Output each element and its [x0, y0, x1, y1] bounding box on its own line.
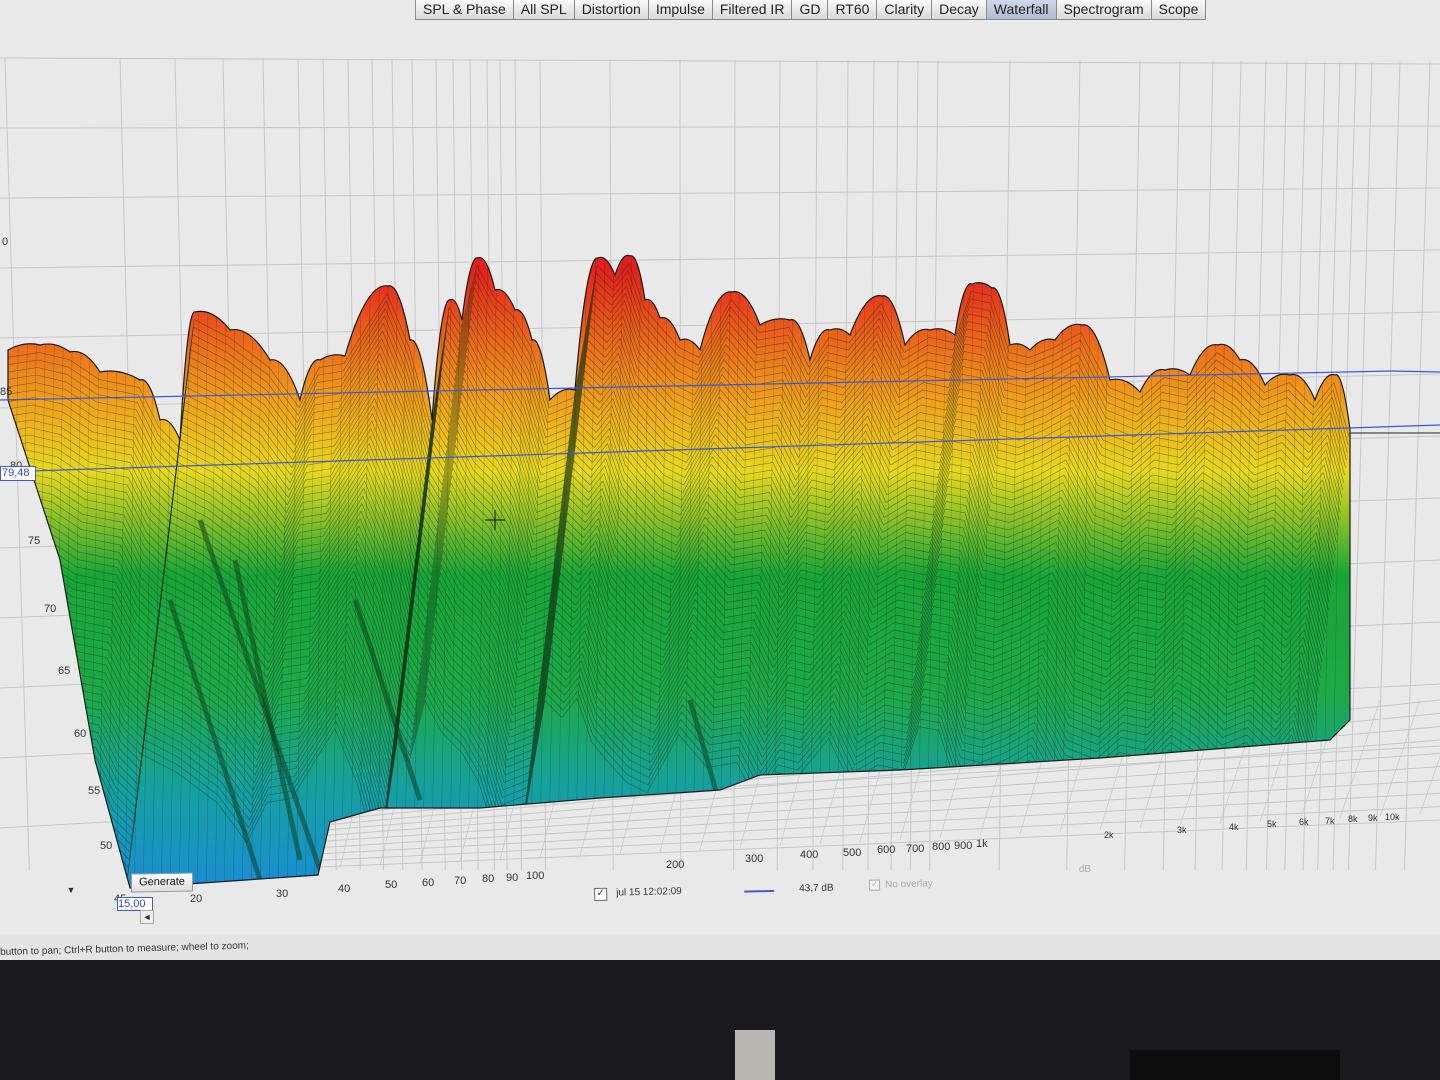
scroll-left-arrow-icon[interactable]: ◄ — [140, 910, 154, 924]
y-tick-label: 75 — [28, 535, 41, 547]
unit-label: dB — [1078, 863, 1092, 875]
graph-tab-bar: SPL & Phase All SPL Distortion Impulse Filte… — [415, 0, 1207, 22]
y-tick-label: 0 — [2, 236, 9, 248]
y-tick-label: 85 — [0, 386, 13, 398]
x-tick-label: 70 — [454, 875, 467, 887]
overlay-label: No overlay — [884, 878, 933, 891]
waterfall-plot[interactable] — [0, 40, 1440, 920]
range-value-field[interactable]: 15,00 — [117, 897, 153, 911]
tab-scope[interactable]: Scope — [1150, 0, 1207, 20]
y-tick-label: 50 — [100, 840, 113, 852]
x-tick-label: 50 — [385, 879, 398, 891]
x-tick-label: 8k — [1348, 814, 1358, 824]
tab-spectrogram[interactable]: Spectrogram — [1055, 0, 1152, 20]
x-tick-label: 900 — [954, 840, 973, 852]
overlay-checkbox[interactable]: ✓ — [868, 879, 881, 891]
y-tick-label: 55 — [88, 785, 101, 797]
x-tick-label: 600 — [877, 844, 896, 856]
x-tick-label: 6k — [1299, 817, 1309, 827]
x-tick-label: 80 — [482, 873, 495, 885]
x-tick-label: 7k — [1325, 816, 1335, 826]
measurement-checkbox[interactable]: ✓ — [594, 887, 608, 901]
x-tick-label: 200 — [666, 859, 685, 871]
tab-spl-phase[interactable]: SPL & Phase — [415, 0, 514, 20]
tab-distortion[interactable]: Distortion — [573, 0, 649, 20]
x-tick-label: 1k — [976, 838, 988, 850]
x-tick-label: 5k — [1267, 819, 1277, 829]
y-tick-label: 65 — [58, 665, 71, 677]
waterfall-surface — [7, 254, 1351, 889]
x-tick-label: 30 — [276, 888, 289, 900]
tab-waterfall[interactable]: Waterfall — [985, 0, 1057, 20]
tab-filtered-ir[interactable]: Filtered IR — [711, 0, 793, 20]
tab-decay[interactable]: Decay — [931, 0, 987, 20]
x-tick-label: 300 — [745, 853, 764, 865]
x-tick-label: 400 — [800, 849, 819, 861]
x-tick-label: 60 — [422, 877, 435, 889]
measurement-level: 43,7 dB — [799, 882, 834, 895]
status-bar: button to pan; Ctrl+R button to measure;… — [0, 935, 1440, 960]
y-tick-label: 60 — [74, 728, 87, 740]
x-tick-label: 800 — [932, 841, 951, 853]
status-hint-text: button to pan; Ctrl+R button to measure;… — [0, 940, 249, 958]
tab-clarity[interactable]: Clarity — [876, 0, 933, 20]
measurement-line-swatch — [744, 889, 775, 893]
x-tick-label: 500 — [843, 847, 862, 859]
tab-gd[interactable]: GD — [791, 0, 829, 20]
tab-all-spl[interactable]: All SPL — [512, 0, 575, 20]
measurement-name: jul 15 12:02:09 — [616, 886, 682, 899]
x-tick-label: 3k — [1177, 825, 1187, 835]
monitor-bezel — [1130, 1050, 1340, 1080]
x-tick-label: 4k — [1229, 822, 1239, 832]
x-tick-label: 9k — [1368, 813, 1378, 823]
x-tick-label: 10k — [1385, 812, 1400, 822]
x-tick-label: 2k — [1104, 830, 1114, 840]
x-tick-label: 100 — [526, 870, 545, 882]
x-tick-label: 20 — [190, 893, 203, 905]
x-tick-label: 90 — [506, 872, 519, 884]
generate-button[interactable]: Generate — [131, 872, 193, 893]
x-tick-label: 700 — [906, 843, 925, 855]
y-tick-label: 70 — [44, 603, 57, 615]
cursor-level-readout: 79,48 — [0, 466, 36, 481]
x-tick-label: 40 — [338, 883, 351, 895]
rew-window: SPL & Phase All SPL Distortion Impulse Filte… — [0, 0, 1440, 960]
monitor-stand — [735, 1030, 775, 1080]
tab-rt60[interactable]: RT60 — [827, 0, 878, 20]
scroll-down-arrow-icon[interactable]: ▼ — [64, 884, 78, 896]
tab-impulse[interactable]: Impulse — [647, 0, 713, 20]
